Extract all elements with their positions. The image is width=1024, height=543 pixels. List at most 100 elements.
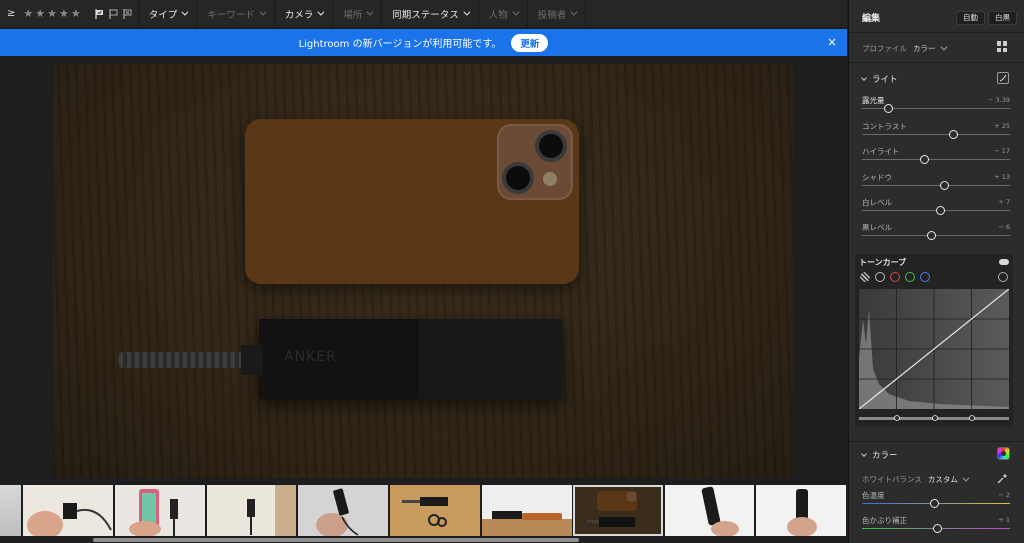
- slider-label: ハイライト: [862, 147, 900, 156]
- tone-range-handles[interactable]: [859, 415, 1009, 421]
- profile-value: カラー: [913, 44, 936, 53]
- light-slider[interactable]: コントラスト + 25: [862, 121, 1010, 145]
- star-rating-filter[interactable]: ★★★★★: [23, 7, 82, 20]
- chevron-down-icon: [259, 8, 267, 16]
- target-adjustment-icon[interactable]: [998, 272, 1008, 282]
- channel-blue-icon[interactable]: [920, 272, 930, 282]
- filmstrip-scrollbar[interactable]: [93, 538, 579, 542]
- chevron-down-icon: [962, 474, 970, 482]
- filter-contributor[interactable]: 投稿者: [528, 0, 587, 28]
- panel-title: 編集: [862, 14, 881, 24]
- cable-plug: [241, 345, 263, 375]
- flag-picked-icon[interactable]: [95, 8, 104, 19]
- filter-location[interactable]: 場所: [333, 0, 383, 28]
- light-slider[interactable]: 露光量 − 3.39: [862, 95, 1010, 119]
- light-slider[interactable]: シャドウ + 13: [862, 172, 1010, 196]
- slider-label: 白レベル: [862, 198, 892, 207]
- thumb-hand-black-device[interactable]: [298, 485, 388, 536]
- temperature-slider[interactable]: 色温度 − 2: [862, 490, 1010, 514]
- slider-label: シャドウ: [862, 173, 892, 182]
- slider-value: − 3.39: [988, 96, 1010, 104]
- eyedropper-icon[interactable]: [997, 473, 1008, 487]
- camera-flash: [543, 172, 557, 186]
- slider-label: 黒レベル: [862, 223, 892, 232]
- slider-knob[interactable]: [940, 181, 950, 190]
- chevron-down-icon: [366, 8, 374, 16]
- thumb-phone-and-hub-selected[interactable]: [573, 485, 663, 536]
- channel-red-icon[interactable]: [890, 272, 900, 282]
- chevron-down-icon: [512, 8, 520, 16]
- slider-value: + 25: [994, 122, 1010, 130]
- slider-label: 露光量: [862, 96, 885, 105]
- slider-value: + 7: [998, 198, 1010, 206]
- slider-track: [862, 159, 1010, 160]
- update-button[interactable]: 更新: [511, 33, 549, 52]
- color-mixer-icon[interactable]: [997, 447, 1010, 460]
- tone-curve-toggle[interactable]: [999, 259, 1009, 265]
- flag-rejected-icon[interactable]: [123, 8, 132, 19]
- main-photo[interactable]: ANKER: [53, 64, 793, 478]
- slider-knob[interactable]: [949, 130, 959, 139]
- rating-comparison-selector[interactable]: ≥: [7, 8, 15, 19]
- tone-curve-panel: トーンカーブ: [855, 254, 1013, 427]
- slider-track: [862, 185, 1010, 186]
- filter-keyword[interactable]: キーワード: [197, 0, 275, 28]
- channel-green-icon[interactable]: [905, 272, 915, 282]
- light-slider[interactable]: 黒レベル − 6: [862, 222, 1010, 246]
- braided-cable: [119, 352, 259, 368]
- chevron-down-icon: [939, 43, 947, 51]
- divider: [849, 32, 1024, 33]
- tint-knob[interactable]: [932, 524, 942, 533]
- profile-browser-icon[interactable]: [997, 41, 1008, 52]
- channel-rgb-icon[interactable]: [875, 272, 885, 282]
- thumb-hub-on-desk[interactable]: [390, 485, 480, 536]
- color-section-header[interactable]: カラー: [861, 449, 898, 461]
- tone-curve-graph[interactable]: [859, 289, 1009, 409]
- white-balance-value: カスタム: [927, 475, 958, 484]
- profile-selector[interactable]: プロファイル カラー: [862, 43, 947, 54]
- slider-value: − 17: [994, 147, 1010, 155]
- tone-curve-channels: [860, 272, 930, 282]
- light-slider[interactable]: ハイライト − 17: [862, 146, 1010, 170]
- filter-bar: ≥ ★★★★★ タイプ キーワード カメラ 場所 同期ステータス 人物 投稿者: [0, 0, 847, 28]
- divider: [849, 441, 1024, 442]
- chevron-down-icon: [181, 8, 189, 16]
- camera-lens: [502, 162, 534, 194]
- slider-knob[interactable]: [935, 206, 945, 215]
- slider-value: − 6: [998, 223, 1010, 231]
- filter-sync-status[interactable]: 同期ステータス: [382, 0, 479, 28]
- thumb-black-device-white[interactable]: [665, 485, 754, 536]
- close-icon[interactable]: ×: [827, 35, 837, 49]
- thumb-partial[interactable]: [0, 485, 21, 536]
- flag-unflagged-icon[interactable]: [109, 8, 118, 19]
- filter-people[interactable]: 人物: [479, 0, 528, 28]
- slider-knob[interactable]: [927, 231, 937, 240]
- thumb-hand-charger[interactable]: [23, 485, 113, 536]
- temperature-knob[interactable]: [930, 499, 940, 508]
- bw-button[interactable]: 白黒: [988, 11, 1017, 25]
- tone-curve-toggle-icon[interactable]: [997, 72, 1009, 84]
- slider-knob[interactable]: [884, 104, 894, 113]
- phone-in-case: [245, 119, 579, 284]
- thumb-black-device-hand-white[interactable]: [756, 485, 846, 536]
- parametric-curve-icon[interactable]: [860, 272, 870, 282]
- light-slider[interactable]: 白レベル + 7: [862, 197, 1010, 221]
- filter-type[interactable]: タイプ: [139, 0, 198, 28]
- camera-module: [497, 124, 573, 200]
- slider-label: コントラスト: [862, 122, 907, 131]
- light-section-header[interactable]: ライト: [861, 73, 898, 85]
- tone-curve-title: トーンカーブ: [859, 258, 907, 267]
- auto-button[interactable]: 自動: [956, 11, 985, 25]
- slider-knob[interactable]: [919, 155, 929, 164]
- tint-slider[interactable]: 色かぶり補正 + 1: [862, 515, 1010, 539]
- filter-camera[interactable]: カメラ: [275, 0, 334, 28]
- slider-value: + 13: [994, 173, 1010, 181]
- flag-filters: [95, 8, 132, 19]
- slider-track: [862, 134, 1010, 135]
- update-message: Lightroom の新バージョンが利用可能です。: [298, 39, 502, 50]
- thumb-hub-and-case[interactable]: [482, 485, 572, 536]
- white-balance-selector[interactable]: ホワイトバランス カスタム: [862, 474, 970, 485]
- usb-hub: ANKER: [259, 319, 562, 399]
- thumb-cable-on-wall[interactable]: [207, 485, 296, 536]
- thumb-phone-in-hand[interactable]: [115, 485, 205, 536]
